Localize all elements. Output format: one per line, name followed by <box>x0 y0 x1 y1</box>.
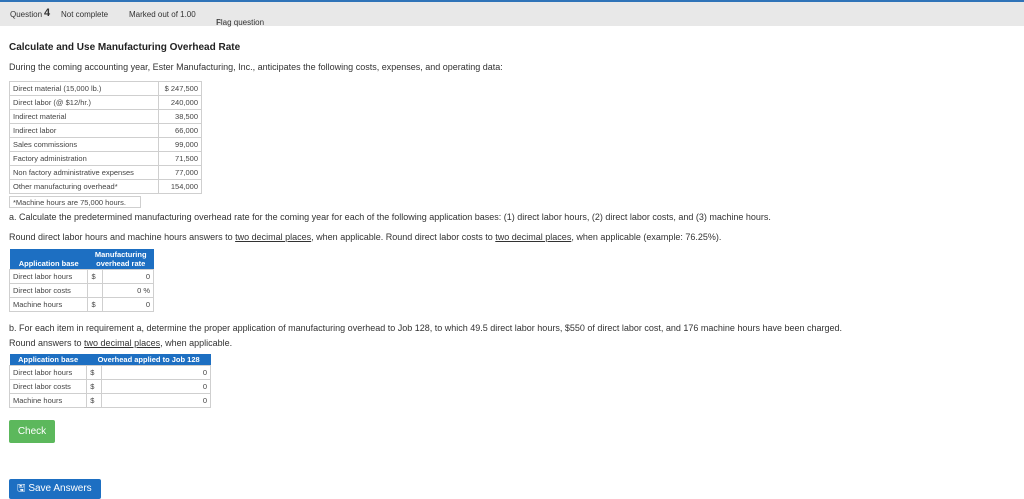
currency-symbol <box>87 283 104 298</box>
table-row: Sales commissions 99,000 <box>9 137 202 152</box>
flag-question-label: Flag question <box>216 18 265 27</box>
cost-value: $ 247,500 <box>158 81 202 96</box>
column-header-application-base: Application base <box>9 354 87 366</box>
part-a-instructions: a. Calculate the predetermined manufactu… <box>9 212 771 222</box>
currency-symbol: $ <box>87 269 104 284</box>
overhead-rate-input[interactable]: 0 <box>102 269 154 284</box>
part-a-rounding-note: Round direct labor hours and machine hou… <box>9 232 722 242</box>
currency-symbol: $ <box>87 297 104 312</box>
cost-value: 99,000 <box>158 137 202 152</box>
cost-value: 154,000 <box>158 179 202 194</box>
application-base-label: Direct labor costs <box>8 379 88 394</box>
part-a-answer-table: Application base Manufacturing overhead r… <box>8 249 154 312</box>
table-row: Machine hours $0 <box>8 297 154 312</box>
cost-label: Indirect labor <box>9 123 159 138</box>
overhead-rate-input[interactable]: 0 % <box>102 283 154 298</box>
column-header-application-base: Application base <box>9 249 88 270</box>
cost-value: 71,500 <box>158 151 202 166</box>
table-row: Factory administration 71,500 <box>9 151 202 166</box>
part-b-answer-table: Application base Overhead applied to Job… <box>8 354 211 408</box>
check-button[interactable]: Check <box>9 420 55 443</box>
application-base-label: Machine hours <box>8 297 89 312</box>
table-row: Direct labor costs 0 % <box>8 283 154 298</box>
column-header-overhead-applied: Overhead applied to Job 128 <box>86 354 211 366</box>
marks-info: Marked out of 1.00 <box>129 10 196 19</box>
table-row: Direct material (15,000 lb.) $ 247,500 <box>9 81 202 96</box>
question-label: Question <box>10 10 43 19</box>
overhead-applied-input[interactable]: 0 <box>101 379 211 394</box>
table-row: Indirect material 38,500 <box>9 109 202 124</box>
cost-label: Sales commissions <box>9 137 159 152</box>
table-row: Machine hours $0 <box>8 393 211 408</box>
currency-symbol: $ <box>86 393 103 408</box>
cost-label: Direct material (15,000 lb.) <box>9 81 159 96</box>
application-base-label: Direct labor hours <box>8 365 88 380</box>
table-row: Indirect labor 66,000 <box>9 123 202 138</box>
table-row: Direct labor hours $0 <box>8 365 211 380</box>
cost-label: Non factory administrative expenses <box>9 165 159 180</box>
part-b-rounding-note: Round answers to two decimal places, whe… <box>9 338 233 348</box>
save-answers-button[interactable]: 🖫 Save Answers <box>9 479 101 499</box>
cost-label: Factory administration <box>9 151 159 166</box>
cost-value: 38,500 <box>158 109 202 124</box>
table-row: Other manufacturing overhead* 154,000 <box>9 179 202 194</box>
cost-value: 77,000 <box>158 165 202 180</box>
application-base-label: Direct labor hours <box>8 269 89 284</box>
currency-symbol: $ <box>86 379 103 394</box>
cost-data-table: Direct material (15,000 lb.) $ 247,500 Dir… <box>9 81 202 194</box>
table-row: Direct labor (@ $12/hr.) 240,000 <box>9 95 202 110</box>
overhead-applied-input[interactable]: 0 <box>101 365 211 380</box>
cost-label: Direct labor (@ $12/hr.) <box>9 95 159 110</box>
application-base-label: Machine hours <box>8 393 88 408</box>
overhead-rate-input[interactable]: 0 <box>102 297 154 312</box>
question-number: 4 <box>44 7 51 19</box>
footnote: *Machine hours are 75,000 hours. <box>9 196 141 208</box>
problem-intro: During the coming accounting year, Ester… <box>9 62 503 72</box>
cost-value: 240,000 <box>158 95 202 110</box>
question-info-bar: Question 4 Not complete Marked out of 1.… <box>0 0 1024 27</box>
percent-symbol: % <box>143 286 150 295</box>
column-header-overhead-rate: Manufacturing overhead rate <box>87 249 154 270</box>
cost-label: Indirect material <box>9 109 159 124</box>
part-b-instructions: b. For each item in requirement a, deter… <box>9 323 843 333</box>
table-row: Non factory administrative expenses 77,00… <box>9 165 202 180</box>
completion-status: Not complete <box>61 10 109 19</box>
currency-symbol: $ <box>86 365 103 380</box>
overhead-applied-input[interactable]: 0 <box>101 393 211 408</box>
floppy-disk-icon: 🖫 <box>17 483 26 494</box>
problem-title: Calculate and Use Manufacturing Overhead… <box>9 42 241 53</box>
application-base-label: Direct labor costs <box>8 283 89 298</box>
table-row: Direct labor costs $0 <box>8 379 211 394</box>
cost-value: 66,000 <box>158 123 202 138</box>
table-row: Direct labor hours $0 <box>8 269 154 284</box>
cost-label: Other manufacturing overhead* <box>9 179 159 194</box>
